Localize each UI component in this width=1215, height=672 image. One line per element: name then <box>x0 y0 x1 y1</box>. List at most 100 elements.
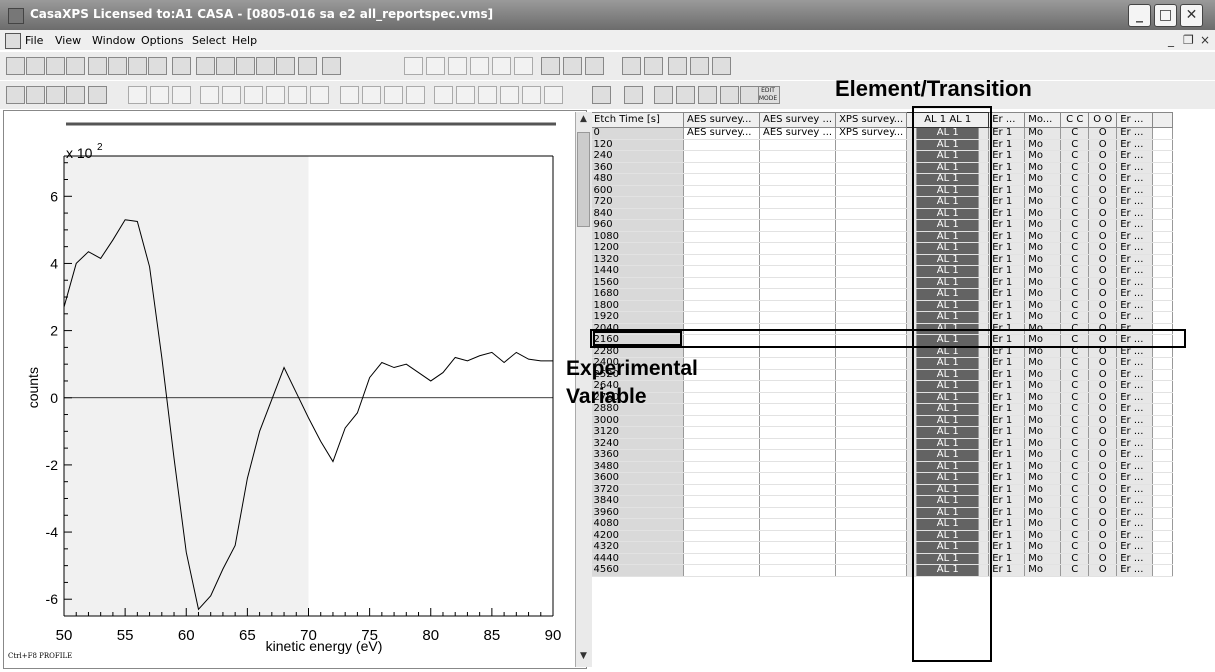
o-cell[interactable]: O <box>1088 173 1118 186</box>
blank-cell[interactable] <box>1152 254 1174 266</box>
aes-survey-2-cell[interactable]: AES survey ... <box>759 127 837 140</box>
er-2-cell[interactable]: Er ... <box>1116 357 1154 370</box>
aes-survey-2-cell[interactable] <box>759 231 837 243</box>
er-cell[interactable]: Er 1 <box>988 530 1026 542</box>
c-cell[interactable]: C <box>1060 311 1090 324</box>
er-cell[interactable]: Er 1 <box>988 173 1026 186</box>
zoom-button[interactable] <box>514 57 533 75</box>
mo-cell[interactable]: Mo <box>1024 150 1062 163</box>
menu-window[interactable]: Window <box>92 34 135 47</box>
blank-cell[interactable] <box>1152 438 1174 450</box>
aes-survey-1-cell[interactable] <box>683 139 760 151</box>
aes-survey-2-cell[interactable] <box>759 564 837 577</box>
er-cell[interactable]: Er 1 <box>988 449 1026 462</box>
etch-time-cell[interactable]: 840 <box>590 208 684 220</box>
menu-file[interactable]: File <box>25 34 43 47</box>
c-cell[interactable]: C <box>1060 392 1090 404</box>
etch-time-cell[interactable]: 3960 <box>590 507 684 519</box>
er-2-cell[interactable]: Er ... <box>1116 219 1154 232</box>
blank-cell[interactable] <box>1152 265 1174 278</box>
aes-survey-1-cell[interactable] <box>683 564 760 577</box>
tile-4-button[interactable] <box>256 57 275 75</box>
er-cell[interactable]: Er 1 <box>988 461 1026 473</box>
aes-survey-2-cell[interactable] <box>759 369 837 381</box>
xps-survey-cell[interactable] <box>835 288 908 301</box>
window-1-button[interactable] <box>404 57 423 75</box>
er-cell[interactable]: Er 1 <box>988 541 1026 554</box>
edit-mode-button[interactable]: EDIT MODE <box>756 86 780 104</box>
mo-cell[interactable]: Mo <box>1024 369 1062 381</box>
blank-cell[interactable] <box>1152 564 1174 577</box>
c-cell[interactable]: C <box>1060 196 1090 209</box>
aes-survey-1-cell[interactable] <box>683 311 760 324</box>
aes-survey-2-cell[interactable] <box>759 426 837 439</box>
xps-survey-cell[interactable] <box>835 219 908 232</box>
bg-1-button[interactable] <box>500 86 519 104</box>
aes-survey-2-cell[interactable] <box>759 265 837 278</box>
aes-survey-1-cell[interactable] <box>683 254 760 266</box>
col-header-mo[interactable]: Mo... <box>1024 112 1062 128</box>
shift-left-button[interactable] <box>150 86 169 104</box>
peak-5-button[interactable] <box>288 86 307 104</box>
xps-survey-cell[interactable] <box>835 242 908 255</box>
c-cell[interactable]: C <box>1060 495 1090 508</box>
table-row[interactable]: 3840 AL 1 Er 1 Mo C O Er ... <box>590 495 1174 508</box>
shift-right-button[interactable] <box>128 86 147 104</box>
peak-2-button[interactable] <box>222 86 241 104</box>
c-cell[interactable]: C <box>1060 518 1090 531</box>
col-header-aes-survey-1[interactable]: AES survey... <box>683 112 760 128</box>
aes-survey-1-cell[interactable] <box>683 472 760 485</box>
blank-cell[interactable] <box>1152 415 1174 427</box>
blank-cell[interactable] <box>1152 196 1174 209</box>
table-row[interactable]: 1920 AL 1 Er 1 Mo C O Er ... <box>590 311 1174 324</box>
mo-cell[interactable]: Mo <box>1024 173 1062 186</box>
er-cell[interactable]: Er 1 <box>988 357 1026 370</box>
aes-survey-1-cell[interactable] <box>683 461 760 473</box>
er-cell[interactable]: Er 1 <box>988 231 1026 243</box>
mo-cell[interactable]: Mo <box>1024 403 1062 416</box>
table-row[interactable]: 3720 AL 1 Er 1 Mo C O Er ... <box>590 484 1174 496</box>
mo-cell[interactable]: Mo <box>1024 553 1062 565</box>
etch-time-cell[interactable]: 120 <box>590 139 684 151</box>
blank-cell[interactable] <box>1152 139 1174 151</box>
mdi-minimize-button[interactable]: _ <box>1168 33 1174 47</box>
col-header-o[interactable]: O O <box>1088 112 1118 128</box>
xps-survey-cell[interactable] <box>835 300 908 312</box>
c-cell[interactable]: C <box>1060 357 1090 370</box>
close-button[interactable]: ✕ <box>1180 4 1203 27</box>
menu-options[interactable]: Options <box>141 34 183 47</box>
paste-2-button[interactable] <box>148 57 167 75</box>
table-row[interactable]: 600 AL 1 Er 1 Mo C O Er ... <box>590 185 1174 197</box>
mo-cell[interactable]: Mo <box>1024 461 1062 473</box>
blank-cell[interactable] <box>1152 426 1174 439</box>
aes-survey-2-cell[interactable] <box>759 449 837 462</box>
blank-cell[interactable] <box>1152 127 1174 140</box>
blank-cell[interactable] <box>1152 484 1174 496</box>
c-cell[interactable]: C <box>1060 541 1090 554</box>
er-2-cell[interactable]: Er ... <box>1116 277 1154 289</box>
document-icon[interactable] <box>5 33 21 49</box>
o-cell[interactable]: O <box>1088 265 1118 278</box>
aes-survey-2-cell[interactable] <box>759 254 837 266</box>
etch-time-cell[interactable]: 1200 <box>590 242 684 255</box>
xps-survey-cell[interactable] <box>835 507 908 519</box>
fit-3-button[interactable] <box>384 86 403 104</box>
c-cell[interactable]: C <box>1060 380 1090 393</box>
er-2-cell[interactable]: Er ... <box>1116 300 1154 312</box>
etch-time-cell[interactable]: 3120 <box>590 426 684 439</box>
etch-time-cell[interactable]: 1080 <box>590 231 684 243</box>
o-cell[interactable]: O <box>1088 369 1118 381</box>
er-2-cell[interactable]: Er ... <box>1116 127 1154 140</box>
o-cell[interactable]: O <box>1088 564 1118 577</box>
er-cell[interactable]: Er 1 <box>988 380 1026 393</box>
aes-survey-2-cell[interactable] <box>759 150 837 163</box>
er-2-cell[interactable]: Er ... <box>1116 403 1154 416</box>
er-cell[interactable]: Er 1 <box>988 553 1026 565</box>
paste-special-button[interactable] <box>128 57 147 75</box>
etch-time-cell[interactable]: 1440 <box>590 265 684 278</box>
xps-survey-cell[interactable] <box>835 254 908 266</box>
copy-button[interactable] <box>88 57 107 75</box>
c-cell[interactable]: C <box>1060 438 1090 450</box>
col-header-er-2[interactable]: Er ... <box>1116 112 1154 128</box>
er-2-cell[interactable]: Er ... <box>1116 415 1154 427</box>
